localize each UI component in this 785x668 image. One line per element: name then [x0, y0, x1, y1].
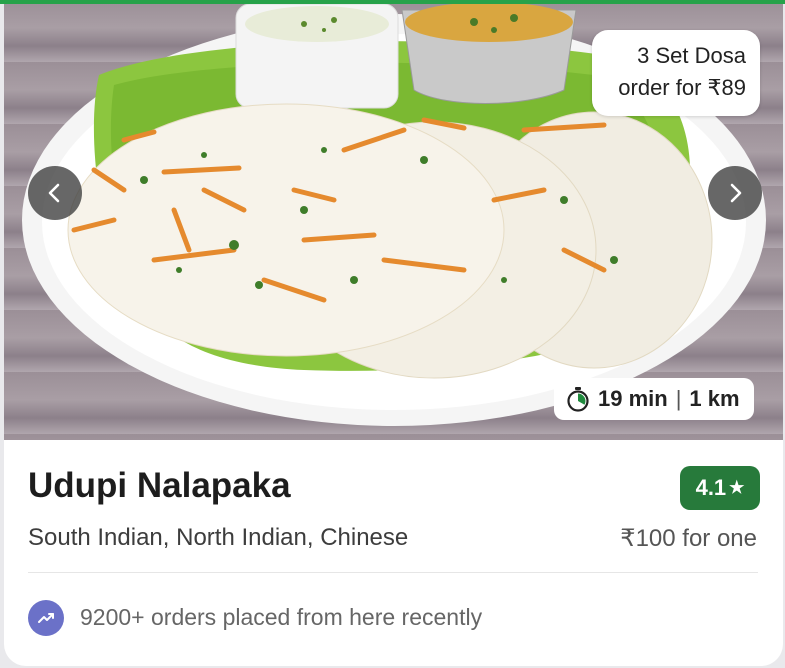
- divider: [28, 572, 758, 573]
- next-photo-button[interactable]: [708, 166, 762, 220]
- offer-badge: 3 Set Dosa order for ₹89: [592, 30, 760, 116]
- rating-badge: 4.1 ★: [680, 466, 760, 510]
- offer-price: order for ₹89: [618, 75, 746, 100]
- eta-distance: 1 km: [689, 386, 740, 411]
- star-icon: ★: [729, 478, 745, 497]
- restaurant-photo[interactable]: 3 Set Dosa order for ₹89 19 min | 1 km: [4, 0, 783, 440]
- recent-orders-text: 9200+ orders placed from here recently: [80, 604, 483, 630]
- cuisine-list: South Indian, North Indian, Chinese: [28, 524, 409, 551]
- restaurant-name[interactable]: Udupi Nalapaka: [28, 466, 291, 506]
- timer-icon: [567, 387, 589, 412]
- top-accent-bar: [0, 0, 785, 4]
- delivery-eta-badge: 19 min | 1 km: [554, 378, 754, 420]
- rating-value: 4.1: [695, 475, 727, 500]
- offer-title: 3 Set Dosa: [637, 43, 746, 68]
- trending-up-icon: [28, 600, 64, 636]
- price-for-one: ₹100 for one: [620, 525, 757, 552]
- previous-photo-button[interactable]: [28, 166, 82, 220]
- chevron-left-icon: [48, 183, 60, 203]
- chevron-right-icon: [730, 183, 742, 203]
- eta-time: 19 min: [598, 386, 668, 411]
- eta-separator: |: [675, 386, 682, 411]
- restaurant-card[interactable]: 3 Set Dosa order for ₹89 19 min | 1 km U…: [4, 0, 783, 666]
